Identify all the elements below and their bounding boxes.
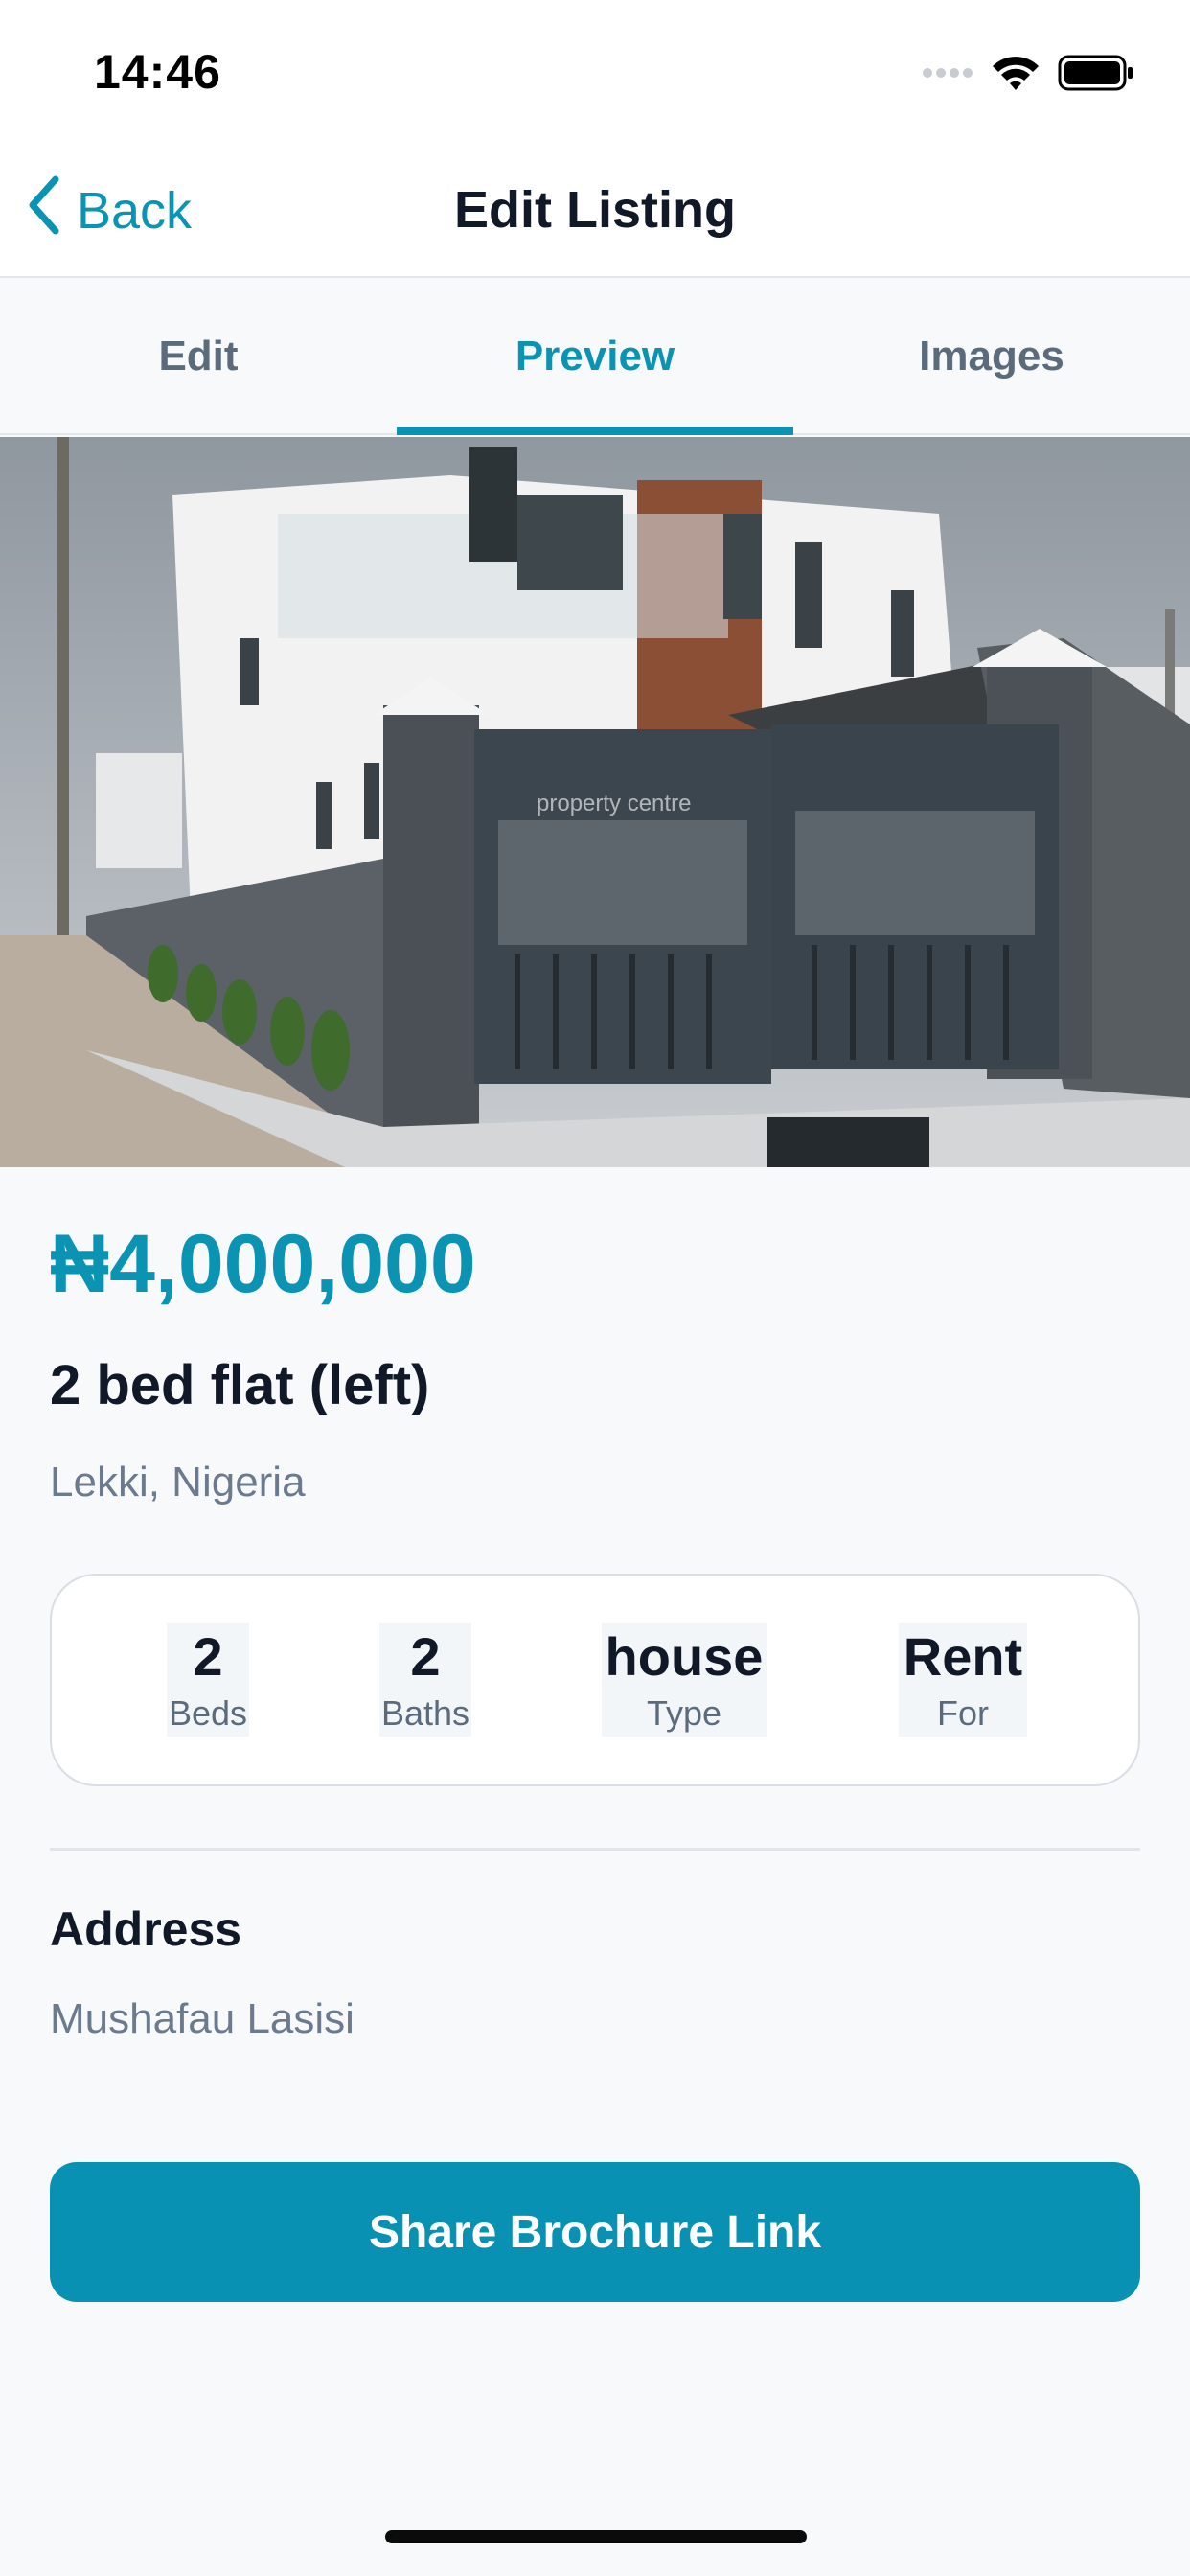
stat-type: house Type bbox=[602, 1623, 767, 1736]
tab-preview[interactable]: Preview bbox=[397, 280, 793, 435]
stat-value: house bbox=[605, 1626, 764, 1687]
section-divider bbox=[50, 1848, 1140, 1851]
home-indicator bbox=[385, 2530, 807, 2543]
listing-title: 2 bed flat (left) bbox=[50, 1354, 430, 1416]
stat-value: 2 bbox=[410, 1626, 441, 1687]
stat-baths: 2 Baths bbox=[379, 1623, 471, 1736]
battery-icon bbox=[1058, 54, 1134, 97]
tab-images[interactable]: Images bbox=[793, 280, 1190, 433]
tab-edit[interactable]: Edit bbox=[0, 280, 397, 433]
photo-watermark: property centre bbox=[537, 791, 691, 816]
stat-label: For bbox=[937, 1693, 989, 1733]
listing-location: Lekki, Nigeria bbox=[50, 1459, 306, 1506]
stat-label: Type bbox=[646, 1693, 722, 1733]
stat-value: 2 bbox=[193, 1626, 223, 1687]
nav-bar: Back Edit Listing bbox=[0, 144, 1190, 278]
stat-value: Rent bbox=[903, 1626, 1023, 1687]
status-icons bbox=[922, 54, 1134, 96]
address-heading: Address bbox=[50, 1902, 242, 1956]
stat-label: Beds bbox=[168, 1693, 248, 1733]
listing-price: ₦4,000,000 bbox=[50, 1218, 476, 1310]
share-brochure-button[interactable]: Share Brochure Link bbox=[50, 2162, 1140, 2302]
listing-photo: property centre bbox=[0, 437, 1190, 1167]
address-value: Mushafau Lasisi bbox=[50, 1995, 355, 2042]
signal-icon bbox=[922, 65, 973, 85]
wifi-icon bbox=[991, 54, 1041, 97]
page-title: Edit Listing bbox=[454, 181, 736, 239]
stats-card: 2 Beds 2 Baths house Type Rent For bbox=[50, 1574, 1140, 1786]
stat-for: Rent For bbox=[899, 1623, 1027, 1736]
status-bar: 14:46 bbox=[0, 0, 1190, 144]
tab-bar: Edit Preview Images bbox=[0, 280, 1190, 435]
stat-label: Baths bbox=[380, 1693, 470, 1733]
stat-beds: 2 Beds bbox=[167, 1623, 249, 1736]
status-time: 14:46 bbox=[94, 45, 221, 99]
